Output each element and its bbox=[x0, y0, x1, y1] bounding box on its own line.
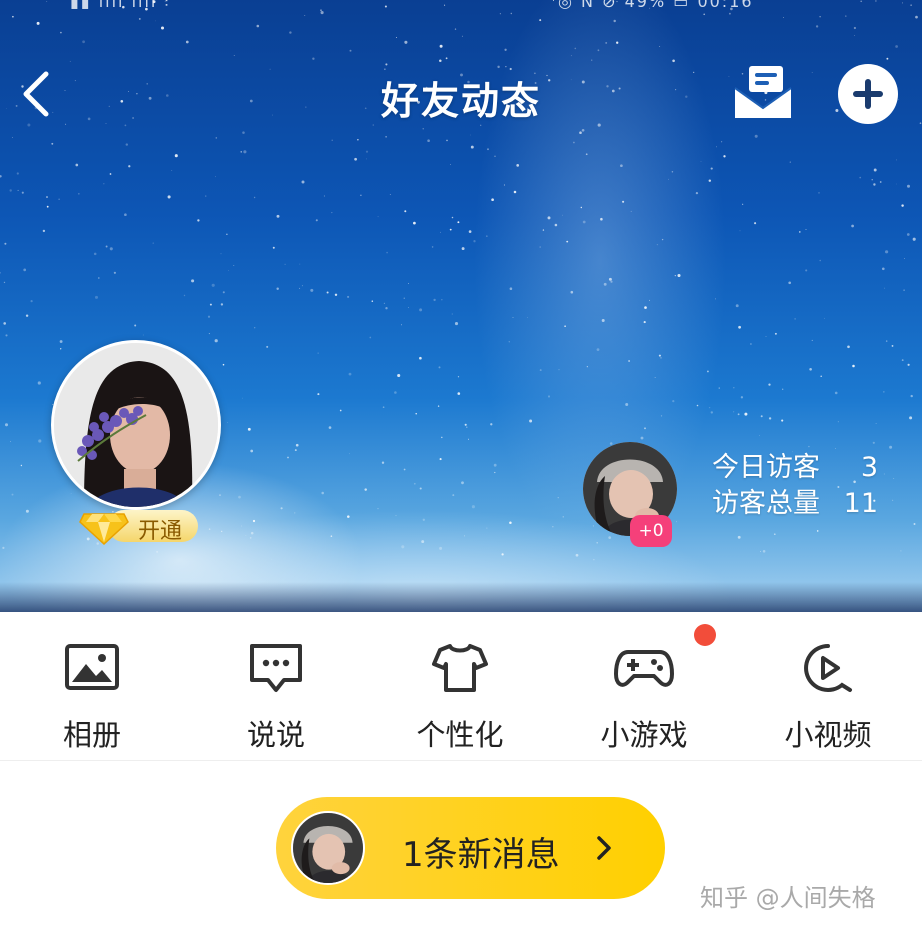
visitor-count-badge: +0 bbox=[630, 515, 672, 547]
video-play-icon bbox=[804, 644, 852, 692]
profile-avatar[interactable] bbox=[51, 340, 221, 510]
today-visitors-label: 今日访客 bbox=[712, 452, 820, 483]
minigame-label: 小游戏 bbox=[600, 718, 688, 752]
status-right: ◎ N ⊘ 49% ▭ 00:16 bbox=[558, 0, 754, 11]
total-visitors-label: 访客总量 bbox=[712, 488, 820, 519]
minigame-notification-dot bbox=[694, 624, 716, 646]
avatar-photo bbox=[54, 343, 218, 507]
personalize-label: 个性化 bbox=[416, 718, 504, 752]
gamepad-icon bbox=[614, 650, 674, 687]
plus-icon bbox=[853, 79, 883, 109]
mail-icon bbox=[734, 66, 792, 118]
today-visitors-row: 今日访客 3 bbox=[712, 450, 878, 486]
status-left: ▮▮ ııll ııll ⫶ bbox=[70, 0, 171, 11]
new-message-button[interactable]: 1条新消息 bbox=[276, 797, 665, 899]
vip-label: 开通 bbox=[138, 519, 183, 544]
messages-button[interactable] bbox=[731, 64, 795, 122]
status-bar: ▮▮ ııll ııll ⫶ ◎ N ⊘ 49% ▭ 00:16 bbox=[0, 0, 922, 14]
visitor-stats[interactable]: 今日访客 3 访客总量 11 bbox=[712, 450, 878, 522]
short-video-label: 小视频 bbox=[784, 718, 872, 752]
today-visitors-count: 3 bbox=[860, 452, 878, 483]
feature-shortcuts: 相册 说说 个性化 小游戏 小视频 bbox=[0, 612, 922, 761]
sender-photo bbox=[293, 813, 363, 883]
tshirt-icon bbox=[432, 644, 488, 692]
add-button[interactable] bbox=[838, 64, 898, 124]
short-video-shortcut[interactable]: 小视频 bbox=[736, 612, 920, 760]
moments-label: 说说 bbox=[246, 718, 305, 752]
album-label: 相册 bbox=[62, 718, 121, 752]
vip-open-badge[interactable]: 开通 bbox=[78, 504, 202, 546]
chat-bubble-icon bbox=[250, 644, 302, 692]
horizon-shadow bbox=[0, 582, 922, 612]
message-sender-avatar bbox=[291, 811, 365, 885]
personalize-shortcut[interactable]: 个性化 bbox=[368, 612, 552, 760]
total-visitors-row: 访客总量 11 bbox=[712, 486, 878, 522]
new-message-label: 1条新消息 bbox=[402, 835, 560, 875]
chevron-right-icon bbox=[597, 836, 611, 860]
diamond-icon bbox=[79, 513, 129, 546]
watermark: 知乎 @人间失格 bbox=[700, 884, 876, 912]
total-visitors-count: 11 bbox=[843, 488, 878, 519]
photo-album-icon bbox=[65, 644, 119, 690]
album-shortcut[interactable]: 相册 bbox=[0, 612, 184, 760]
moments-shortcut[interactable]: 说说 bbox=[184, 612, 368, 760]
